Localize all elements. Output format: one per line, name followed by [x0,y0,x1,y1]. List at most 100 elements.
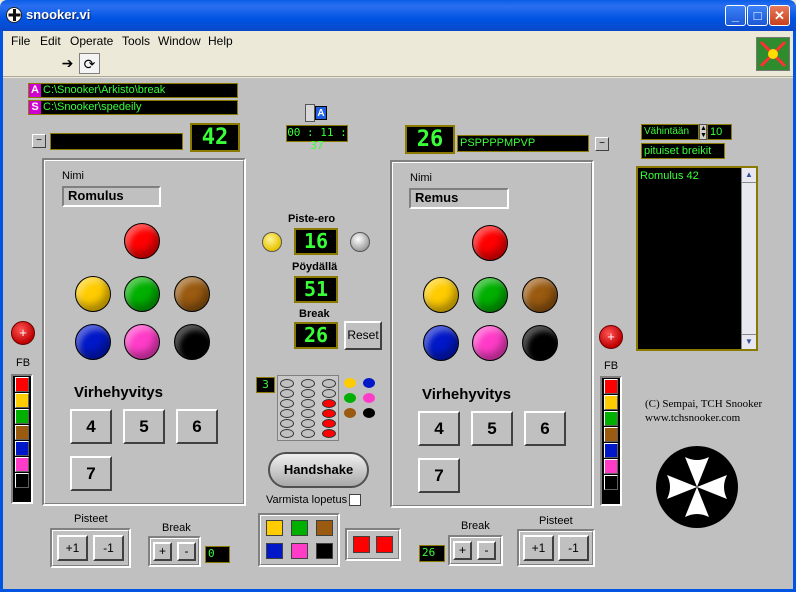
right-add-button[interactable]: + [599,325,623,349]
left-foul-4-button[interactable]: 4 [70,409,112,444]
right-blue-ball[interactable] [423,325,459,361]
right-fb-green[interactable] [604,411,618,426]
right-fb-pink[interactable] [604,459,618,474]
left-fb-green[interactable] [15,409,29,424]
left-fb-yellow[interactable] [15,393,29,408]
timer-spinner[interactable] [305,104,315,122]
right-minus-one-button[interactable]: -1 [558,535,589,561]
right-name-input[interactable]: Remus [409,188,509,209]
reset-button[interactable]: Reset [344,321,382,350]
spedeily-path-field[interactable]: S C:\Snooker\spedeily [28,100,238,115]
spedeily-path-value: C:\Snooker\spedeily [43,101,142,113]
right-fb-label: FB [604,360,619,372]
pick-black-button[interactable] [316,543,333,559]
right-collapse-button[interactable]: − [595,137,609,151]
left-foul-6-button[interactable]: 6 [176,409,218,444]
right-fb-blue[interactable] [604,443,618,458]
vi-icon [756,37,790,71]
left-break-label: Break [162,522,191,534]
left-fb-label: FB [16,357,31,369]
maximize-button[interactable]: □ [747,5,768,26]
left-fb-red[interactable] [15,377,29,392]
pick-brown-button[interactable] [316,520,333,536]
right-red-ball[interactable] [472,225,508,261]
right-foul-4-button[interactable]: 4 [418,411,460,446]
right-pink-ball[interactable] [472,325,508,361]
right-yellow-ball[interactable] [423,277,459,313]
right-fb-color-column [600,376,622,506]
left-fb-black[interactable] [15,473,29,488]
pick-blue-button[interactable] [266,543,283,559]
left-break-value[interactable]: 0 [205,546,230,563]
rack-slot [322,409,336,418]
title-bar[interactable]: snooker.vi _ □ ✕ [0,0,796,31]
pick-red-left-button[interactable] [353,536,370,553]
right-break-plus-button[interactable]: + [453,541,472,560]
pick-red-right-button[interactable] [376,536,393,553]
rack-slot [322,419,336,428]
breaks-list-scrollbar[interactable]: ▲ ▼ [741,168,756,349]
right-fb-brown[interactable] [604,427,618,442]
right-brown-ball[interactable] [522,277,558,313]
left-collapse-button[interactable]: − [32,134,46,148]
on-table-label: Pöydällä [292,261,338,273]
rack-slot [301,429,315,438]
left-add-button[interactable]: + [11,321,35,345]
min-break-value[interactable]: 10 [707,124,732,140]
menu-help[interactable]: Help [208,34,233,48]
spedeily-path-tag: S [29,101,41,114]
pick-green-button[interactable] [291,520,308,536]
right-fb-yellow[interactable] [604,395,618,410]
right-foul-5-button[interactable]: 5 [471,411,513,446]
minimize-button[interactable]: _ [725,5,746,26]
left-black-ball[interactable] [174,324,210,360]
run-continuously-icon[interactable]: ⟳ [79,53,100,74]
left-yellow-ball[interactable] [75,276,111,312]
left-red-ball[interactable] [124,223,160,259]
left-plus-one-button[interactable]: +1 [57,535,88,561]
left-fb-pink[interactable] [15,457,29,472]
left-pink-ball[interactable] [124,324,160,360]
scroll-down-icon[interactable]: ▼ [742,334,756,349]
left-green-ball[interactable] [124,276,160,312]
left-fb-blue[interactable] [15,441,29,456]
handshake-button[interactable]: Handshake [268,452,369,488]
right-foul-6-button[interactable]: 6 [524,411,566,446]
pick-pink-button[interactable] [291,543,308,559]
close-button[interactable]: ✕ [769,5,790,26]
menu-tools[interactable]: Tools [122,34,150,48]
left-turn-indicator [262,232,282,252]
right-fb-black[interactable] [604,475,618,490]
left-minus-one-button[interactable]: -1 [93,535,124,561]
right-break-value[interactable]: 26 [419,545,445,562]
right-plus-one-button[interactable]: +1 [523,535,554,561]
right-foul-7-button[interactable]: 7 [418,458,460,493]
right-fb-red[interactable] [604,379,618,394]
left-blue-ball[interactable] [75,324,111,360]
menu-edit[interactable]: Edit [40,34,61,48]
left-break-plus-button[interactable]: + [153,542,172,561]
left-brown-ball[interactable] [174,276,210,312]
left-break-minus-button[interactable]: - [177,542,196,561]
menu-operate[interactable]: Operate [70,34,113,48]
mini-blue [363,378,375,388]
credit-line: (C) Sempai, TCH Snooker [645,398,763,410]
run-arrow-icon[interactable]: ➔ [57,53,78,74]
right-black-ball[interactable] [522,325,558,361]
scroll-up-icon[interactable]: ▲ [742,168,756,183]
break-label: Break [299,308,330,320]
left-name-input[interactable]: Romulus [62,186,161,207]
left-foul-7-button[interactable]: 7 [70,456,112,491]
min-break-spinner[interactable]: ▲ ▼ [699,124,707,140]
menu-window[interactable]: Window [158,34,201,48]
right-sequence-display: PSPPPPMPVP [457,135,589,152]
right-break-minus-button[interactable]: - [477,541,496,560]
pick-yellow-button[interactable] [266,520,283,536]
right-green-ball[interactable] [472,277,508,313]
left-foul-5-button[interactable]: 5 [123,409,165,444]
confirm-end-checkbox[interactable] [349,494,361,506]
breaks-list[interactable]: Romulus 42 ▲ ▼ [636,166,758,351]
menu-file[interactable]: File [11,34,30,48]
archive-path-field[interactable]: A C:\Snooker\Arkisto\break [28,83,238,98]
left-fb-brown[interactable] [15,425,29,440]
